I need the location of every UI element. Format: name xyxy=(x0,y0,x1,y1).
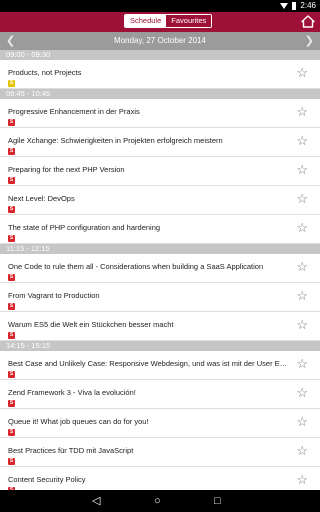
current-date: Monday, 27 October 2014 xyxy=(114,36,206,45)
favourite-star-icon[interactable]: ☆ xyxy=(296,318,308,332)
track-badge: S xyxy=(8,274,15,281)
talk-row[interactable]: Zend Framework 3 - Viva la evolución! S ☆ xyxy=(0,380,320,409)
talk-title: Products, not Projects xyxy=(8,68,82,77)
talk-row[interactable]: Queue it! What job queues can do for you… xyxy=(0,409,320,438)
talk-title: Agile Xchange: Schwierigkeiten in Projek… xyxy=(8,136,223,145)
favourite-star-icon[interactable]: ☆ xyxy=(296,105,308,119)
track-badge: S xyxy=(8,177,15,184)
track-badge: S xyxy=(8,458,15,465)
talk-title: Best Practices für TDD mit JavaScript xyxy=(8,446,134,455)
track-badge: S xyxy=(8,429,15,436)
favourites-tab[interactable]: Favourites xyxy=(166,15,212,27)
favourite-star-icon[interactable]: ☆ xyxy=(296,192,308,206)
track-badge: S xyxy=(8,332,15,339)
talk-row[interactable]: Next Level: DevOps S ☆ xyxy=(0,186,320,215)
date-navigator: ❮ Monday, 27 October 2014 ❯ xyxy=(0,32,320,50)
track-badge: S xyxy=(8,303,15,310)
wifi-icon xyxy=(280,2,289,9)
favourite-star-icon[interactable]: ☆ xyxy=(296,386,308,400)
talk-title: The state of PHP configuration and harde… xyxy=(8,223,161,232)
talk-row[interactable]: One Code to rule them all - Consideratio… xyxy=(0,254,320,283)
track-badge: S xyxy=(8,80,15,87)
talk-list: 09:00 - 09:30 Products, not Projects S ☆ 09:… xyxy=(0,50,320,496)
talk-title: Progressive Enhancement in der Praxis xyxy=(8,107,140,116)
talk-title: Warum ES5 die Welt ein Stückchen besser … xyxy=(8,320,174,329)
talk-row[interactable]: Agile Xchange: Schwierigkeiten in Projek… xyxy=(0,128,320,157)
favourite-star-icon[interactable]: ☆ xyxy=(296,357,308,371)
favourite-star-icon[interactable]: ☆ xyxy=(296,473,308,487)
next-day-icon[interactable]: ❯ xyxy=(305,32,314,50)
view-switcher: Schedule Favourites xyxy=(124,14,213,28)
system-nav-bar: ◁ ○ □ xyxy=(0,490,320,512)
talk-row[interactable]: Products, not Projects S ☆ xyxy=(0,60,320,89)
track-badge: S xyxy=(8,371,15,378)
status-time: 2:46 xyxy=(300,1,316,10)
back-icon[interactable]: ◁ xyxy=(92,495,100,507)
battery-icon xyxy=(292,1,297,10)
time-slot-header: 09:00 - 09:30 xyxy=(0,50,320,60)
talk-title: Queue it! What job queues can do for you… xyxy=(8,417,149,426)
talk-title: One Code to rule them all - Consideratio… xyxy=(8,262,264,271)
favourite-star-icon[interactable]: ☆ xyxy=(296,260,308,274)
talk-row[interactable]: Preparing for the next PHP Version S ☆ xyxy=(0,157,320,186)
time-slot-header: 11:15 - 12:15 xyxy=(0,244,320,254)
talk-row[interactable]: Warum ES5 die Welt ein Stückchen besser … xyxy=(0,312,320,341)
track-badge: S xyxy=(8,400,15,407)
home-button-icon[interactable]: ○ xyxy=(154,495,161,507)
talk-row[interactable]: From Vagrant to Production S ☆ xyxy=(0,283,320,312)
talk-row[interactable]: The state of PHP configuration and harde… xyxy=(0,215,320,244)
home-icon[interactable] xyxy=(301,15,315,28)
favourite-star-icon[interactable]: ☆ xyxy=(296,66,308,80)
track-badge: S xyxy=(8,206,15,213)
track-badge: S xyxy=(8,235,15,242)
schedule-tab[interactable]: Schedule xyxy=(125,15,167,27)
talk-row[interactable]: Best Case and Unlikely Case: Responsive … xyxy=(0,351,320,380)
talk-title: Best Case and Unlikely Case: Responsive … xyxy=(8,359,290,368)
favourite-star-icon[interactable]: ☆ xyxy=(296,415,308,429)
track-badge: S xyxy=(8,119,15,126)
talk-title: Preparing for the next PHP Version xyxy=(8,165,125,174)
talk-row[interactable]: Best Practices für TDD mit JavaScript S ☆ xyxy=(0,438,320,467)
favourite-star-icon[interactable]: ☆ xyxy=(296,221,308,235)
time-slot-header: 09:45 - 10:45 xyxy=(0,89,320,99)
favourite-star-icon[interactable]: ☆ xyxy=(296,163,308,177)
track-badge: S xyxy=(8,148,15,155)
talk-title: Next Level: DevOps xyxy=(8,194,75,203)
recents-icon[interactable]: □ xyxy=(214,495,221,507)
talk-title: Content Security Policy xyxy=(8,475,86,484)
status-bar: 2:46 xyxy=(0,0,320,12)
previous-day-icon[interactable]: ❮ xyxy=(6,32,15,50)
talk-title: Zend Framework 3 - Viva la evolución! xyxy=(8,388,136,397)
favourite-star-icon[interactable]: ☆ xyxy=(296,289,308,303)
talk-title: From Vagrant to Production xyxy=(8,291,100,300)
time-slot-header: 14:15 - 15:15 xyxy=(0,341,320,351)
talk-row[interactable]: Progressive Enhancement in der Praxis S ☆ xyxy=(0,99,320,128)
app-bar: Schedule Favourites xyxy=(0,12,320,32)
favourite-star-icon[interactable]: ☆ xyxy=(296,444,308,458)
favourite-star-icon[interactable]: ☆ xyxy=(296,134,308,148)
